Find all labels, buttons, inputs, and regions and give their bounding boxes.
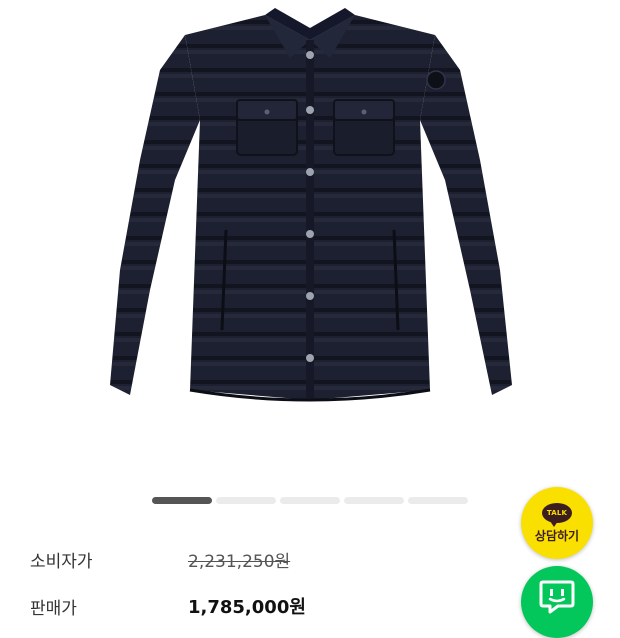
carousel-dot-4[interactable] [344, 497, 404, 504]
carousel-dot-5[interactable] [408, 497, 468, 504]
naver-talk-button[interactable] [521, 566, 593, 638]
sale-price-value: 1,785,000원 [188, 597, 306, 618]
kakao-talk-consult-button[interactable]: TALK 상담하기 [521, 487, 593, 559]
consumer-price-value: 2,231,250원 [188, 551, 291, 572]
naver-talk-icon [539, 580, 575, 614]
consumer-price-label: 소비자가 [30, 551, 93, 572]
kakao-talk-label: 상담하기 [534, 528, 580, 543]
product-image[interactable] [0, 0, 620, 480]
carousel-dot-1[interactable] [152, 497, 212, 504]
jacket-illustration [110, 8, 512, 402]
image-carousel-indicator[interactable] [152, 497, 468, 505]
carousel-dot-2[interactable] [216, 497, 276, 504]
sale-price-label: 판매가 [30, 598, 77, 619]
kakao-talk-icon: TALK [542, 502, 572, 527]
sale-price-row: 판매가 1,785,000원 [30, 591, 450, 621]
carousel-dot-3[interactable] [280, 497, 340, 504]
consumer-price-row: 소비자가 2,231,250원 [30, 544, 450, 574]
kakao-talk-badge: TALK [546, 508, 568, 517]
